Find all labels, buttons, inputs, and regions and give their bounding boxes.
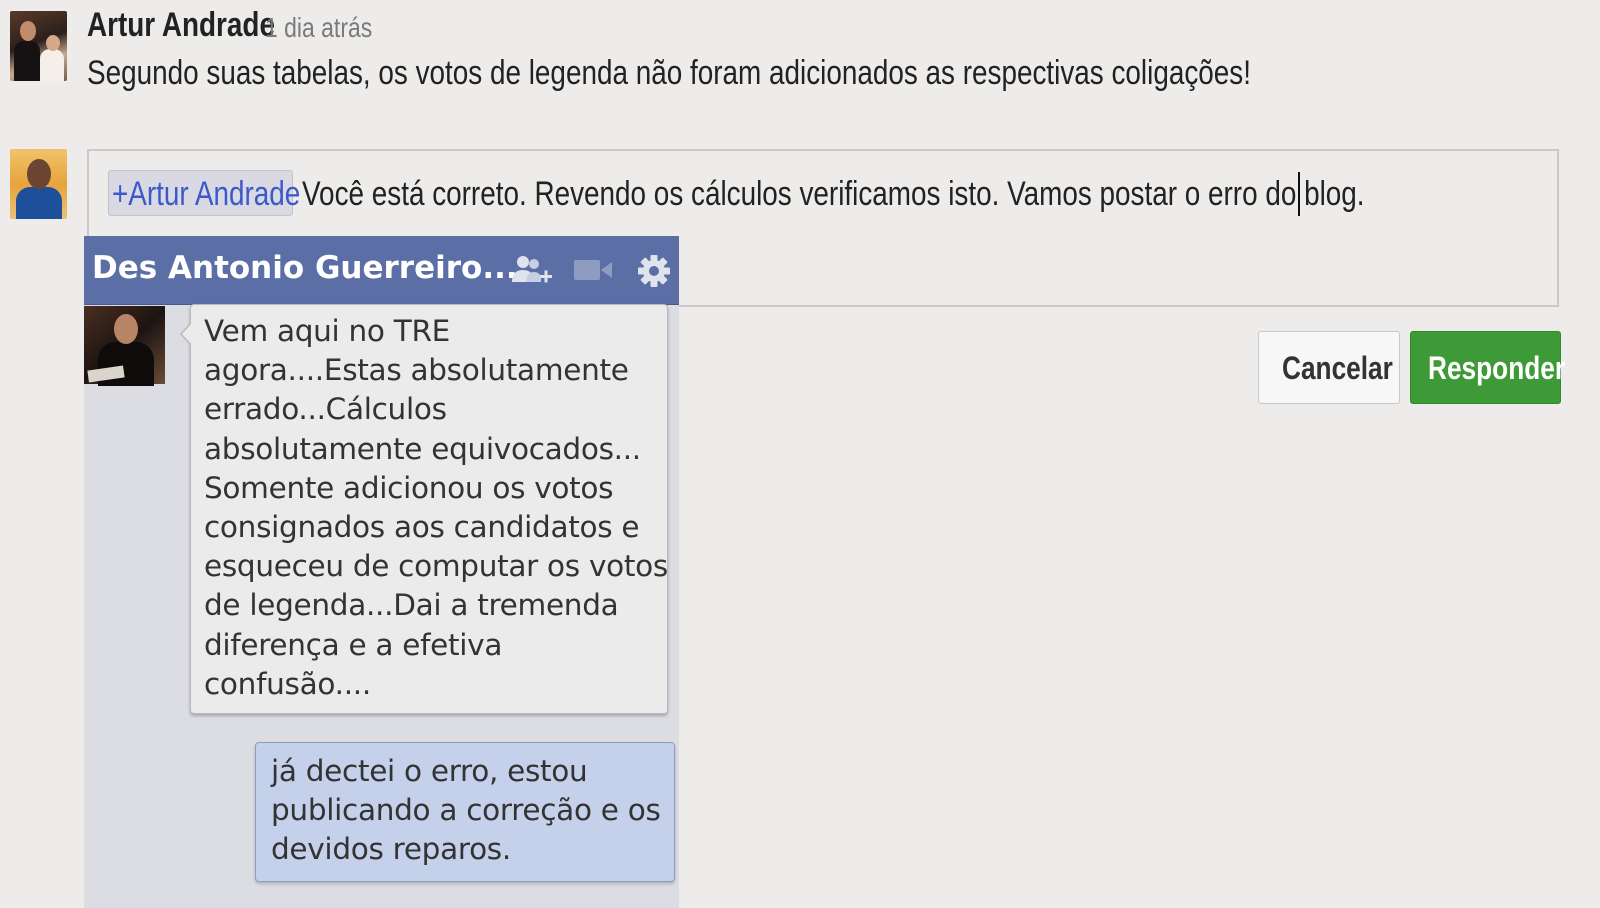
submit-reply-button-label: Responder: [1428, 350, 1566, 386]
video-camera-icon[interactable]: [574, 258, 614, 287]
comment-author-avatar[interactable]: [10, 11, 67, 81]
add-friend-icon[interactable]: [512, 254, 552, 291]
chat-sender-avatar-wrap: [84, 306, 165, 386]
chat-title[interactable]: Des Antonio Guerreiro...: [92, 250, 518, 286]
chat-header[interactable]: Des Antonio Guerreiro...: [84, 236, 679, 305]
cancel-button-label: Cancelar: [1282, 350, 1393, 386]
comment-text: Segundo suas tabelas, os votos de legend…: [87, 54, 1251, 92]
chat-window: Des Antonio Guerreiro...: [84, 236, 679, 908]
chat-sender-avatar[interactable]: [84, 306, 165, 386]
text-caret: [1298, 172, 1300, 216]
gear-icon[interactable]: [637, 254, 671, 293]
reply-text: Você está correto. Revendo os cálculos v…: [302, 175, 1365, 213]
comment-timestamp[interactable]: 1 dia atrás: [265, 12, 396, 44]
current-user-avatar: [10, 149, 67, 219]
